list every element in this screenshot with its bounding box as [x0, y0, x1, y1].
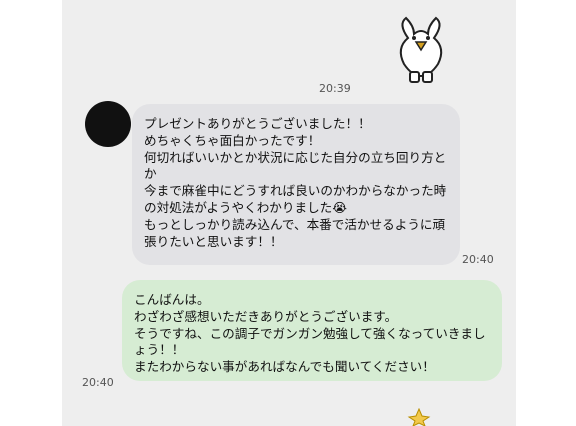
timestamp: 20:39: [319, 82, 351, 95]
outgoing-message-bubble[interactable]: こんばんは。 わざわざ感想いただきありがとうございます。 そうですね、この調子で…: [122, 280, 502, 381]
incoming-message-bubble[interactable]: プレゼントありがとうございました！！ めちゃくちゃ面白かったです！ 何切ればいい…: [132, 104, 460, 265]
timestamp: 20:40: [82, 376, 114, 389]
chat-area: 20:39 プレゼントありがとうございました！！ めちゃくちゃ面白かったです！ …: [62, 0, 516, 426]
avatar-icon[interactable]: [85, 101, 131, 147]
star-sticker-icon[interactable]: [407, 408, 431, 426]
timestamp: 20:40: [462, 253, 494, 266]
chick-sticker-icon[interactable]: [390, 14, 452, 86]
